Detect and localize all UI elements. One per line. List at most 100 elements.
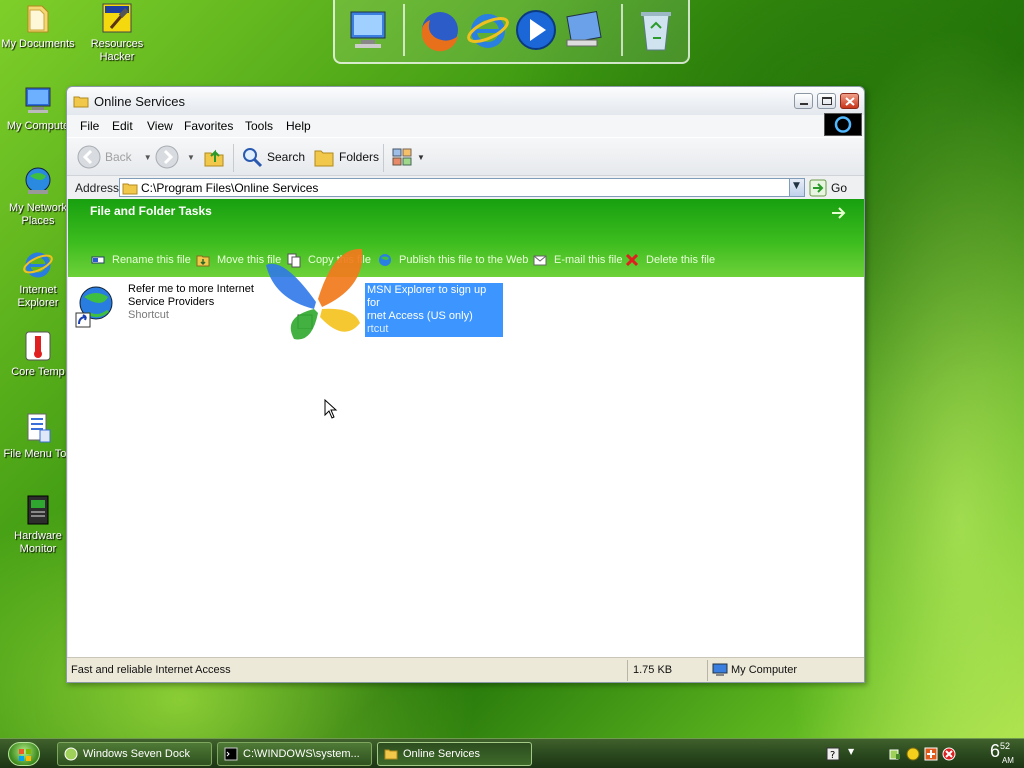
internet-explorer-icon	[23, 252, 53, 278]
search-label: Search	[267, 150, 306, 164]
task-pane-header[interactable]: File and Folder Tasks	[90, 204, 212, 218]
svg-text:?: ?	[830, 750, 835, 761]
delete-x-icon	[625, 253, 639, 267]
folder-icon	[122, 183, 138, 195]
chevron-down-icon[interactable]: ▼	[848, 747, 854, 756]
menu-tools[interactable]: Tools	[245, 119, 273, 133]
alert-x-icon[interactable]	[942, 747, 956, 761]
start-button[interactable]	[8, 742, 40, 766]
menu-favorites[interactable]: Favorites	[184, 119, 233, 133]
task-label: Rename this file	[112, 254, 191, 266]
taskbar-button-seven-dock[interactable]: Windows Seven Dock	[57, 742, 212, 766]
computer-icon[interactable]	[345, 6, 391, 54]
command-prompt-icon	[224, 747, 238, 761]
chevron-down-icon[interactable]: ▼	[144, 153, 152, 162]
windows-flag-logo	[824, 113, 862, 136]
go-button[interactable]: Go	[809, 178, 847, 197]
desktop-icon-label-2: Hacker	[99, 51, 135, 63]
dock-separator	[621, 4, 623, 56]
task-email-file[interactable]: E-mail this file	[532, 251, 622, 269]
address-dropdown-button[interactable]: ▼	[789, 179, 804, 196]
taskbar-button-online-services[interactable]: Online Services	[377, 742, 532, 766]
menu-edit[interactable]: Edit	[112, 119, 133, 133]
close-button[interactable]	[840, 93, 859, 109]
up-folder-button[interactable]	[203, 144, 225, 170]
address-input[interactable]: C:\Program Files\Online Services ▼	[119, 178, 805, 197]
maximize-icon	[822, 97, 832, 105]
clock[interactable]: 652 AM	[990, 741, 1014, 765]
explorer-window: Online Services File Edit View Favorites…	[66, 86, 865, 683]
dock-app-icon	[64, 747, 78, 761]
taskbar-button-label: Windows Seven Dock	[83, 748, 190, 760]
internet-explorer-icon[interactable]	[465, 6, 511, 54]
back-label: Back	[105, 150, 132, 164]
menu-file[interactable]: File	[80, 119, 99, 133]
windows-orb-icon	[19, 749, 31, 761]
taskbar-button-label: Online Services	[403, 748, 481, 760]
taskbar-button-cmd[interactable]: C:\WINDOWS\system...	[217, 742, 372, 766]
file-and-folder-tasks-pane: File and Folder Tasks Rename this file M…	[68, 199, 864, 277]
chevron-down-icon[interactable]: ▼	[187, 153, 195, 162]
chevron-down-icon: ▼	[793, 181, 800, 191]
folders-button[interactable]: Folders	[313, 144, 379, 170]
status-size: 1.75 KB	[633, 664, 673, 676]
media-player-icon[interactable]	[513, 6, 559, 54]
system-tray: ? ▼ 652 AM	[820, 739, 1024, 768]
desktop-icon-my-documents[interactable]: My Documents	[0, 2, 78, 51]
menu-view[interactable]: View	[147, 119, 173, 133]
search-icon	[243, 148, 263, 168]
mouse-cursor-icon	[324, 399, 338, 419]
file-name: Refer me to more Internet	[128, 283, 254, 295]
taskbar-button-label: C:\WINDOWS\system...	[243, 748, 360, 760]
file-list[interactable]: Refer me to more Internet Service Provid…	[68, 248, 864, 657]
standard-toolbar: Back ▼ ▼ Search Folders ▼	[67, 137, 864, 175]
task-label: Publish this file to the Web	[399, 254, 529, 266]
help-icon[interactable]: ?	[826, 747, 840, 761]
maximize-button[interactable]	[817, 93, 836, 109]
network-globe-icon	[25, 167, 51, 194]
globe-icon	[379, 254, 391, 266]
collapse-arrow-icon[interactable]	[830, 205, 848, 221]
minimize-button[interactable]	[794, 93, 813, 109]
move-icon	[196, 255, 210, 267]
task-publish-web[interactable]: Publish this file to the Web	[377, 251, 528, 269]
file-name-2: rnet Access (US only)	[367, 310, 473, 322]
firefox-icon[interactable]	[417, 6, 463, 54]
folder-icon	[384, 749, 398, 760]
task-rename-file[interactable]: Rename this file	[90, 251, 191, 269]
go-label: Go	[831, 180, 848, 195]
search-button[interactable]: Search	[241, 144, 305, 170]
desktop-icon-resources-hacker[interactable]: Resources Hacker	[77, 2, 157, 64]
network-status-icon[interactable]	[888, 747, 902, 761]
views-button[interactable]: ▼	[391, 144, 425, 170]
back-arrow-icon	[77, 145, 101, 169]
folder-icon	[73, 96, 89, 108]
dock	[333, 0, 690, 64]
file-type: Shortcut	[128, 309, 169, 321]
toolbar-separator	[383, 144, 384, 172]
security-icon[interactable]	[924, 747, 938, 761]
clock-minute: 52	[999, 741, 1010, 751]
toolbar-separator	[233, 144, 234, 172]
status-bar: Fast and reliable Internet Access 1.75 K…	[67, 657, 864, 682]
status-divider	[707, 660, 708, 681]
address-label: Address	[75, 181, 120, 195]
task-label: E-mail this file	[554, 254, 623, 266]
control-panel-icon[interactable]	[561, 6, 607, 54]
computer-icon	[712, 663, 728, 676]
status-text: Fast and reliable Internet Access	[71, 664, 231, 676]
views-icon	[392, 148, 412, 166]
folder-documents-icon	[27, 5, 49, 33]
title-bar[interactable]: Online Services	[67, 87, 864, 115]
desktop-icon-label: Resources	[90, 38, 144, 50]
back-button[interactable]: Back ▼	[77, 144, 152, 170]
task-delete-file[interactable]: Delete this file	[624, 251, 715, 269]
forward-button[interactable]: ▼	[155, 144, 195, 170]
smiley-icon[interactable]	[906, 747, 920, 761]
file-item[interactable]: Refer me to more Internet Service Provid…	[74, 283, 274, 329]
recycle-bin-icon[interactable]	[633, 6, 679, 54]
hammer-icon	[102, 3, 132, 33]
folders-icon	[314, 150, 334, 167]
window-title: Online Services	[94, 94, 186, 109]
menu-help[interactable]: Help	[286, 119, 311, 133]
